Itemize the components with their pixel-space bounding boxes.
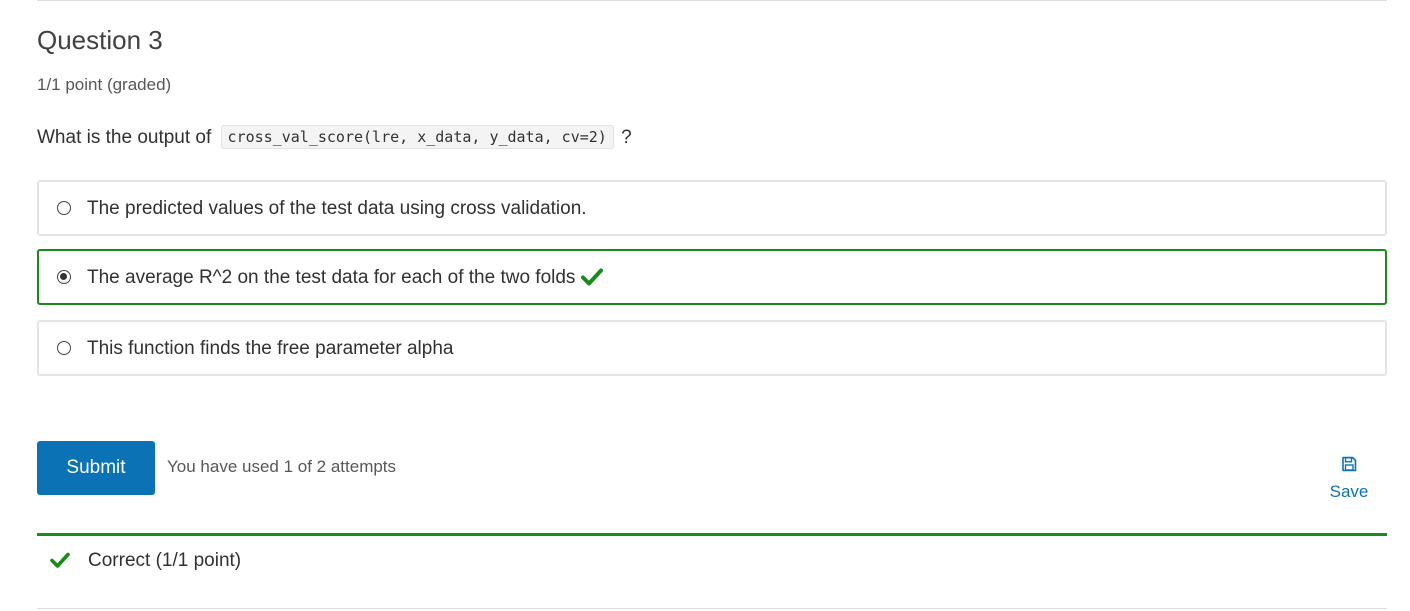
result-status: Correct (1/1 point) (50, 548, 241, 576)
radio-button-icon[interactable] (57, 341, 71, 355)
choice-option-1[interactable]: The predicted values of the test data us… (37, 180, 1387, 236)
question-points: 1/1 point (graded) (37, 75, 172, 94)
problem-page: Question 3 1/1 point (graded) What is th… (0, 0, 1410, 611)
result-text: Correct (1/1 point) (88, 550, 242, 571)
floppy-disk-icon (1318, 456, 1380, 477)
result-divider (37, 533, 1387, 536)
radio-button-selected-icon[interactable] (57, 270, 71, 284)
checkmark-icon (50, 550, 70, 576)
save-label: Save (1329, 482, 1369, 501)
checkmark-icon (581, 268, 604, 294)
question-title: Question 3 (37, 25, 163, 55)
bottom-divider (37, 608, 1387, 609)
save-button[interactable]: Save (1318, 456, 1380, 503)
top-divider (37, 0, 1387, 1)
submit-button[interactable]: Submit (37, 441, 155, 495)
choice-option-2[interactable]: The average R^2 on the test data for eac… (37, 249, 1387, 305)
radio-button-icon[interactable] (57, 201, 71, 215)
prompt-suffix: ? (621, 127, 632, 148)
choice-label: The average R^2 on the test data for eac… (87, 265, 604, 294)
attempts-text: You have used 1 of 2 attempts (167, 457, 397, 476)
choice-label: This function finds the free parameter a… (87, 338, 454, 359)
choice-option-3[interactable]: This function finds the free parameter a… (37, 320, 1387, 376)
question-prompt: What is the output of cross_val_score(lr… (37, 124, 632, 151)
choice-label-text: The average R^2 on the test data for eac… (87, 267, 576, 288)
prompt-code: cross_val_score(lre, x_data, y_data, cv=… (220, 125, 614, 149)
choice-label: The predicted values of the test data us… (87, 198, 587, 219)
prompt-prefix: What is the output of (37, 127, 212, 148)
